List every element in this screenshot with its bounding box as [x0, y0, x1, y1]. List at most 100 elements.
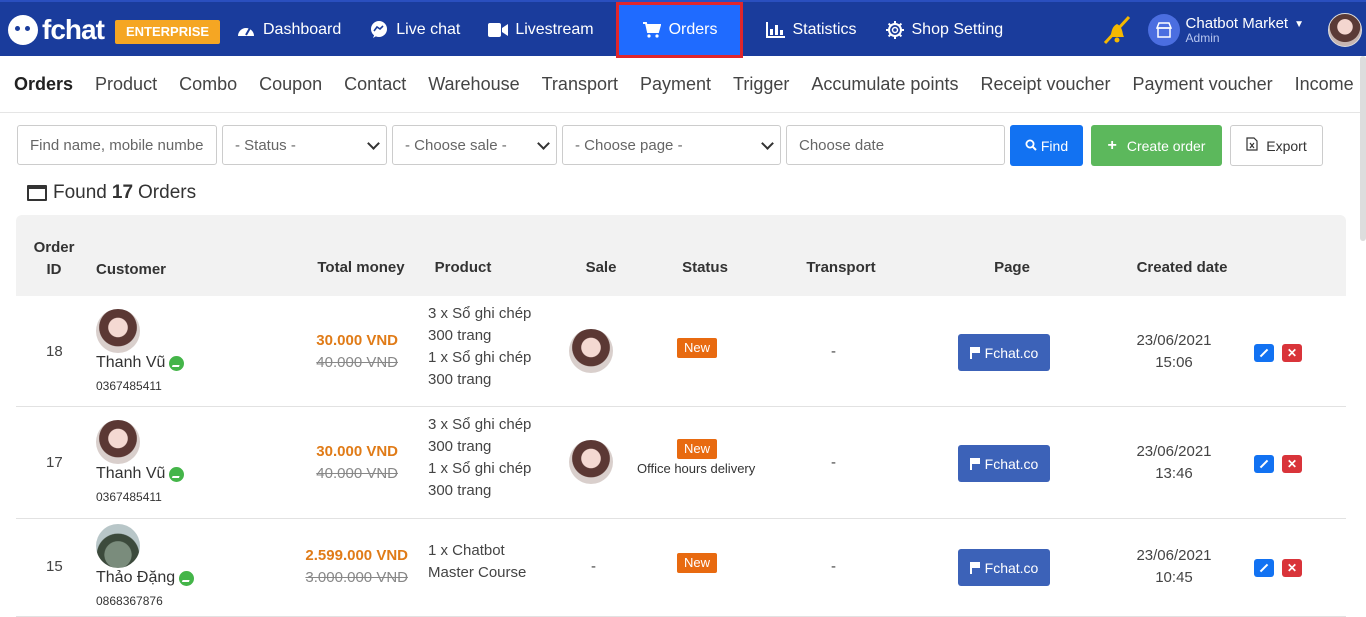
- nav-label: Dashboard: [263, 21, 342, 38]
- edit-icon[interactable]: [1254, 559, 1274, 577]
- subnav-coupon[interactable]: Coupon: [259, 74, 322, 95]
- subnav-contact[interactable]: Contact: [344, 74, 406, 95]
- page-scrollbar[interactable]: [1360, 56, 1366, 241]
- customer-name-text: Thanh Vũ: [96, 354, 166, 371]
- subnav-trigger[interactable]: Trigger: [733, 74, 789, 95]
- top-navbar: fchat ENTERPRISE Dashboard Live chat Liv…: [0, 0, 1366, 58]
- nav-label: Orders: [668, 21, 718, 38]
- table-row[interactable]: 18 Thanh Vũ 0367485411 30.000 VND 40.000…: [16, 296, 1346, 407]
- speedometer-icon: [236, 20, 256, 40]
- page-button[interactable]: Fchat.co: [958, 334, 1050, 371]
- edit-icon[interactable]: [1254, 455, 1274, 473]
- th-product: Product: [434, 259, 492, 276]
- page-label: Fchat.co: [984, 559, 1039, 576]
- subnav-product[interactable]: Product: [95, 74, 157, 95]
- page-select[interactable]: - Choose page -: [562, 125, 781, 165]
- search-input[interactable]: Find name, mobile numbe: [17, 125, 217, 165]
- shop-icon[interactable]: [1147, 14, 1180, 46]
- customer-name[interactable]: Thanh Vũ: [96, 354, 185, 372]
- edit-icon[interactable]: [1254, 344, 1274, 362]
- nav-dashboard[interactable]: Dashboard: [222, 2, 355, 58]
- user-avatar[interactable]: [1328, 13, 1362, 47]
- th-customer: Customer: [96, 261, 167, 278]
- status-select[interactable]: - Status -: [222, 125, 387, 165]
- nav-live-chat[interactable]: Live chat: [355, 2, 474, 58]
- th-created-date: Created date: [1136, 259, 1228, 276]
- status-badge: New: [677, 338, 718, 358]
- product-line: 300 trang: [428, 327, 492, 344]
- original-price: 40.000 VND: [316, 465, 398, 482]
- sale-select[interactable]: - Choose sale -: [392, 125, 557, 165]
- subnav-combo[interactable]: Combo: [179, 74, 237, 95]
- subnav-payment-voucher[interactable]: Payment voucher: [1133, 74, 1273, 95]
- table-row[interactable]: 17 Thanh Vũ 0367485411 30.000 VND 40.000…: [16, 407, 1346, 519]
- subnav-transport[interactable]: Transport: [542, 74, 618, 95]
- customer-avatar[interactable]: [96, 420, 140, 464]
- customer-name-text: Thanh Vũ: [96, 465, 166, 482]
- found-suffix: Orders: [138, 182, 197, 203]
- delete-icon[interactable]: ✕: [1282, 559, 1302, 577]
- account-dropdown[interactable]: Chatbot Market Admin: [1186, 16, 1289, 45]
- status-note: Office hours delivery: [637, 461, 756, 476]
- subnav-payment[interactable]: Payment: [640, 74, 711, 95]
- subnav-orders[interactable]: Orders: [14, 74, 73, 95]
- window-icon: [27, 185, 47, 201]
- transport-value: -: [831, 343, 836, 360]
- original-price: 3.000.000 VND: [305, 569, 408, 586]
- found-summary: Found 17 Orders: [27, 182, 196, 204]
- total-price: 30.000 VND: [316, 443, 398, 460]
- chevron-down-icon: [367, 137, 380, 150]
- nav-label: Live chat: [396, 21, 461, 38]
- total-price: 2.599.000 VND: [305, 547, 408, 564]
- nav-orders[interactable]: Orders: [615, 2, 744, 58]
- delete-icon[interactable]: ✕: [1282, 455, 1302, 473]
- export-button[interactable]: Export: [1230, 125, 1323, 166]
- date-input[interactable]: Choose date: [786, 125, 1005, 165]
- nav-label: Statistics: [792, 21, 857, 38]
- delete-icon[interactable]: ✕: [1282, 344, 1302, 362]
- order-id: 17: [46, 454, 63, 471]
- main-nav: Dashboard Live chat Livestream Orders St…: [222, 2, 1017, 58]
- nav-statistics[interactable]: Statistics: [751, 2, 870, 58]
- create-order-button[interactable]: + Create order: [1091, 125, 1222, 166]
- chevron-down-icon[interactable]: ▼: [1294, 19, 1304, 30]
- product-line: 3 x Sổ ghi chép: [428, 416, 532, 433]
- subnav-accumulate-points[interactable]: Accumulate points: [811, 74, 958, 95]
- product-line: 300 trang: [428, 482, 492, 499]
- subnav-income[interactable]: Income: [1295, 74, 1354, 95]
- table-row[interactable]: 15 Thảo Đặng 0868367876 2.599.000 VND 3.…: [16, 519, 1346, 617]
- nav-label: Livestream: [515, 21, 594, 38]
- plus-icon: +: [1107, 136, 1117, 154]
- notification-off-icon[interactable]: [1100, 13, 1134, 47]
- subnav-warehouse[interactable]: Warehouse: [428, 74, 519, 95]
- flag-icon: [969, 457, 981, 470]
- chevron-down-icon: [537, 137, 550, 150]
- created-date-time: 15:06: [1155, 354, 1193, 371]
- product-line: Master Course: [428, 564, 527, 581]
- created-date: 23/06/2021 13:46: [1124, 441, 1224, 485]
- nav-livestream[interactable]: Livestream: [474, 2, 607, 58]
- status-badge: New: [677, 553, 718, 573]
- file-excel-icon: [1246, 137, 1258, 154]
- customer-name-text: Thảo Đặng: [96, 569, 176, 586]
- page-label: Fchat.co: [984, 344, 1039, 361]
- enterprise-badge: ENTERPRISE: [115, 20, 221, 44]
- created-date-time: 13:46: [1155, 465, 1193, 482]
- customer-avatar[interactable]: [96, 309, 140, 353]
- customer-name[interactable]: Thảo Đặng: [96, 569, 195, 587]
- fchat-logo[interactable]: fchat: [8, 12, 105, 48]
- product-line: 300 trang: [428, 438, 492, 455]
- th-transport: Transport: [806, 259, 876, 276]
- export-label: Export: [1266, 137, 1307, 154]
- page-button[interactable]: Fchat.co: [958, 445, 1050, 482]
- product-line: 1 x Sổ ghi chép: [428, 460, 532, 477]
- created-date: 23/06/2021 15:06: [1124, 330, 1224, 374]
- search-icon: [1025, 138, 1037, 154]
- nav-shop-setting[interactable]: Shop Setting: [871, 2, 1018, 58]
- customer-avatar[interactable]: [96, 524, 140, 568]
- order-id: 18: [46, 343, 63, 360]
- page-button[interactable]: Fchat.co: [958, 549, 1050, 586]
- find-button[interactable]: Find: [1010, 125, 1083, 166]
- customer-name[interactable]: Thanh Vũ: [96, 465, 185, 483]
- subnav-receipt-voucher[interactable]: Receipt voucher: [980, 74, 1110, 95]
